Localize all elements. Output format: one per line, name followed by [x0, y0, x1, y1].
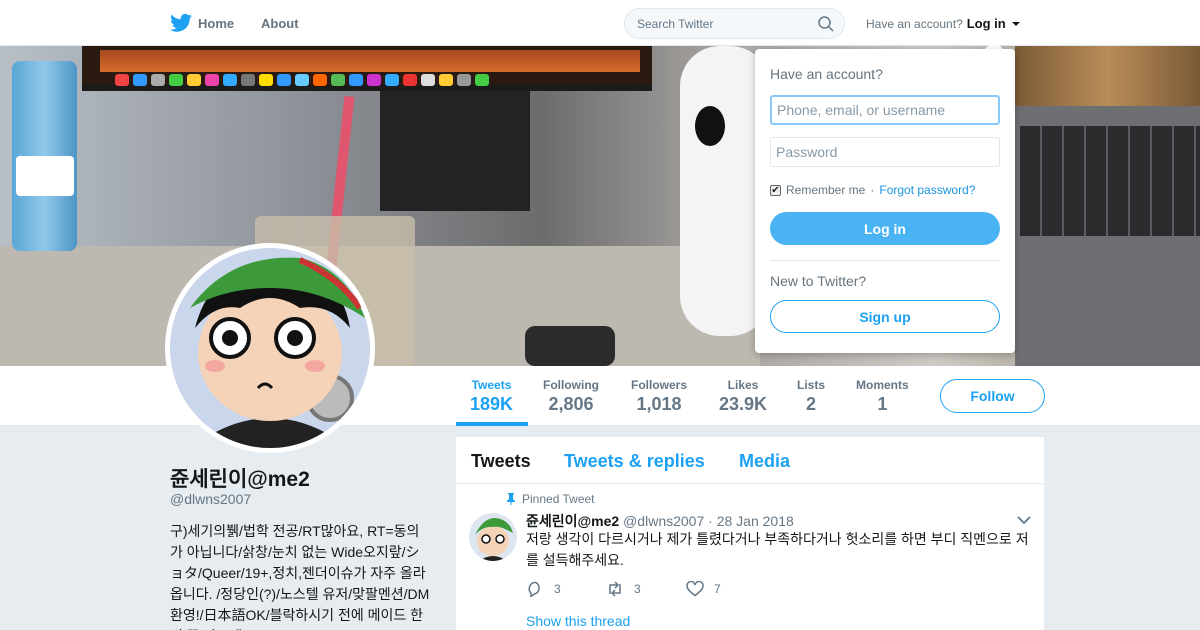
timeline: Tweets Tweets & replies Media Pinned Twe… — [456, 437, 1044, 630]
tweet-date-separator: · — [708, 513, 713, 529]
stat-label: Lists — [797, 378, 826, 392]
login-menu[interactable]: Have an account? Log in — [866, 16, 1020, 31]
banner-stand — [380, 91, 530, 211]
stat-label: Followers — [631, 378, 688, 392]
search-placeholder: Search Twitter — [637, 17, 714, 31]
banner-charger — [525, 326, 615, 366]
follow-button[interactable]: Follow — [940, 379, 1045, 413]
stat-label: Likes — [727, 378, 759, 392]
tweet-avatar[interactable] — [469, 513, 517, 561]
remember-me-checkbox[interactable]: ✔ — [770, 184, 781, 196]
search-input[interactable]: Search Twitter — [624, 8, 845, 39]
banner-dock — [115, 74, 635, 88]
username-field[interactable] — [770, 95, 1000, 125]
tweet-header: 쥰세린이@me2 @dlwns2007 · 28 Jan 2018 — [526, 511, 794, 531]
retweet-icon — [609, 581, 621, 597]
profile-bio: 구)세기의뷁/법학 전공/RT많아요, RT=동의 가 아닙니다/삵창/눈치 없… — [170, 523, 430, 630]
chevron-down-icon[interactable] — [1017, 515, 1031, 525]
tab-tweets[interactable]: Tweets — [471, 451, 531, 472]
stat-value: 2 — [806, 394, 817, 414]
active-stat-indicator — [456, 422, 528, 426]
dropdown-title: Have an account? — [770, 66, 883, 82]
retweet-button[interactable]: 3 — [606, 581, 686, 597]
new-to-twitter-label: New to Twitter? — [770, 273, 867, 289]
home-label: Home — [198, 15, 235, 31]
reply-button[interactable]: 3 — [526, 581, 606, 597]
stat-value: 23.9K — [719, 394, 768, 414]
dropdown-caret — [985, 40, 1003, 49]
remember-me-row: ✔ Remember me · Forgot password? — [770, 183, 975, 197]
remember-me-label[interactable]: Remember me — [786, 183, 865, 197]
signup-button[interactable]: Sign up — [770, 300, 1000, 333]
tab-tweets-replies[interactable]: Tweets & replies — [564, 451, 705, 472]
search-icon[interactable] — [818, 16, 834, 32]
reply-icon — [528, 581, 540, 597]
tweet-actions: 3 3 7 — [526, 581, 766, 597]
stat-moments[interactable]: Moments 1 — [856, 378, 909, 415]
stat-label: Following — [543, 378, 599, 392]
tweet-avatar-image — [469, 513, 517, 561]
stat-value: 1 — [877, 394, 888, 414]
tweet-date[interactable]: 28 Jan 2018 — [717, 513, 794, 529]
tab-media[interactable]: Media — [739, 451, 790, 472]
tweet-text: 저랑 생각이 다르시거나 제가 틀렸다거나 부족하다거나 헛소리를 하면 부디 … — [526, 531, 1029, 568]
banner-screen — [100, 50, 640, 72]
dropdown-divider — [770, 260, 1000, 261]
have-account-label: Have an account? — [866, 16, 963, 31]
login-dropdown: Have an account? ✔ Remember me · Forgot … — [755, 49, 1015, 353]
heart-icon — [686, 581, 704, 597]
banner-spray-label — [16, 156, 74, 196]
avatar[interactable] — [165, 243, 375, 453]
profile-name: 쥰세린이@me2 — [170, 468, 310, 491]
remember-separator: · — [870, 183, 875, 197]
pin-icon — [507, 493, 515, 505]
timeline-tabs: Tweets Tweets & replies Media — [456, 437, 1044, 484]
tweet-author-handle[interactable]: @dlwns2007 — [623, 513, 704, 529]
twitter-bird-icon — [170, 13, 192, 32]
stat-value: 1,018 — [636, 394, 682, 414]
banner-lion — [1015, 46, 1200, 106]
stat-lists[interactable]: Lists 2 — [797, 378, 825, 415]
stat-likes[interactable]: Likes 23.9K — [719, 378, 767, 415]
show-thread-link[interactable]: Show this thread — [526, 613, 630, 629]
like-count: 7 — [714, 582, 721, 596]
banner-keyboard — [1020, 126, 1200, 236]
home-link[interactable]: Home — [170, 13, 234, 33]
like-button[interactable]: 7 — [686, 581, 766, 597]
tweet-author-name[interactable]: 쥰세린이@me2 — [526, 513, 619, 529]
stat-tweets[interactable]: Tweets 189K — [470, 378, 513, 415]
stat-label: Tweets — [471, 378, 512, 392]
stat-value: 189K — [470, 394, 514, 414]
top-navigation: Home About Search Twitter Have an accoun… — [0, 0, 1200, 46]
avatar-image — [170, 248, 370, 448]
retweet-count: 3 — [634, 582, 641, 596]
avatar-illustration — [170, 248, 370, 448]
stat-label: Moments — [856, 378, 909, 392]
banner-plush-eye — [695, 106, 725, 146]
password-field[interactable] — [770, 137, 1000, 167]
login-link[interactable]: Log in — [967, 16, 1006, 31]
reply-count: 3 — [554, 582, 561, 596]
pinned-tweet-label: Pinned Tweet — [506, 492, 595, 506]
forgot-password-link[interactable]: Forgot password? — [879, 183, 975, 197]
stat-value: 2,806 — [548, 394, 594, 414]
stat-following[interactable]: Following 2,806 — [543, 378, 599, 415]
caret-down-icon — [1011, 21, 1020, 26]
stat-followers[interactable]: Followers 1,018 — [631, 378, 687, 415]
login-button[interactable]: Log in — [770, 212, 1000, 245]
profile-handle[interactable]: @dlwns2007 — [170, 491, 251, 507]
pinned-text: Pinned Tweet — [522, 492, 595, 506]
about-link[interactable]: About — [261, 16, 299, 31]
